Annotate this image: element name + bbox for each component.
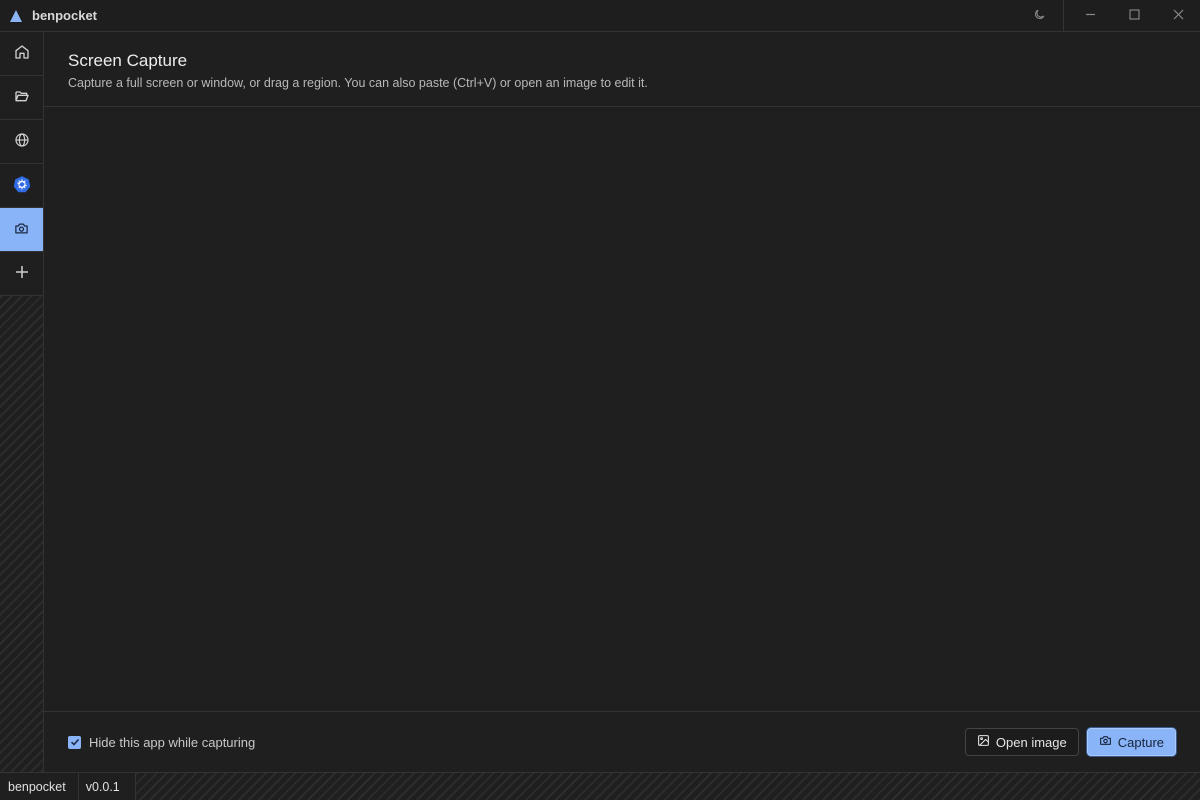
image-icon (977, 734, 990, 750)
page-title: Screen Capture (68, 51, 188, 70)
theme-toggle-button[interactable] (1016, 0, 1064, 31)
footer-actions: Open image Capture (964, 728, 1176, 756)
globe-icon (14, 132, 30, 151)
triangle-logo-icon (9, 9, 23, 23)
open-image-label: Open image (995, 734, 1067, 750)
status-bar: benpocket v0.0.1 (0, 772, 1200, 800)
camera-icon (14, 221, 29, 239)
sidebar-item-home[interactable] (0, 32, 43, 76)
kubernetes-icon (13, 175, 31, 196)
checkbox-checked[interactable] (68, 735, 81, 749)
main-panel: Screen Capture Capture a full screen or … (44, 32, 1200, 772)
title-bar: benpocket (0, 0, 1200, 32)
close-button[interactable] (1156, 0, 1200, 31)
minimize-icon (1085, 8, 1096, 23)
close-icon (1173, 8, 1184, 23)
open-image-button[interactable]: Open image (964, 728, 1079, 756)
capture-footer: Hide this app while capturing Open image… (44, 711, 1200, 772)
folder-icon (14, 88, 30, 107)
moon-icon (1033, 8, 1046, 24)
hide-app-checkbox[interactable]: Hide this app while capturing (68, 735, 255, 750)
camera-icon (1099, 734, 1112, 750)
hide-app-label: Hide this app while capturing (89, 734, 256, 750)
sidebar (0, 32, 44, 772)
sidebar-item-network[interactable] (0, 120, 43, 164)
maximize-icon (1128, 8, 1140, 23)
sidebar-item-screen-capture[interactable] (0, 208, 43, 252)
page-header: Screen Capture Capture a full screen or … (44, 32, 1200, 107)
capture-canvas[interactable] (44, 107, 1200, 711)
capture-button[interactable]: Capture (1086, 728, 1176, 756)
sidebar-item-files[interactable] (0, 76, 43, 120)
plus-icon (15, 265, 29, 282)
status-version: v0.0.1 (78, 773, 136, 800)
sidebar-item-kubernetes[interactable] (0, 164, 43, 208)
app-title: benpocket (32, 8, 98, 23)
home-icon (14, 44, 30, 63)
minimize-button[interactable] (1068, 0, 1112, 31)
capture-label: Capture (1117, 734, 1164, 750)
page-description: Capture a full screen or window, or drag… (68, 76, 648, 90)
maximize-button[interactable] (1112, 0, 1156, 31)
status-app-name: benpocket (0, 773, 79, 800)
sidebar-item-add[interactable] (0, 252, 43, 296)
